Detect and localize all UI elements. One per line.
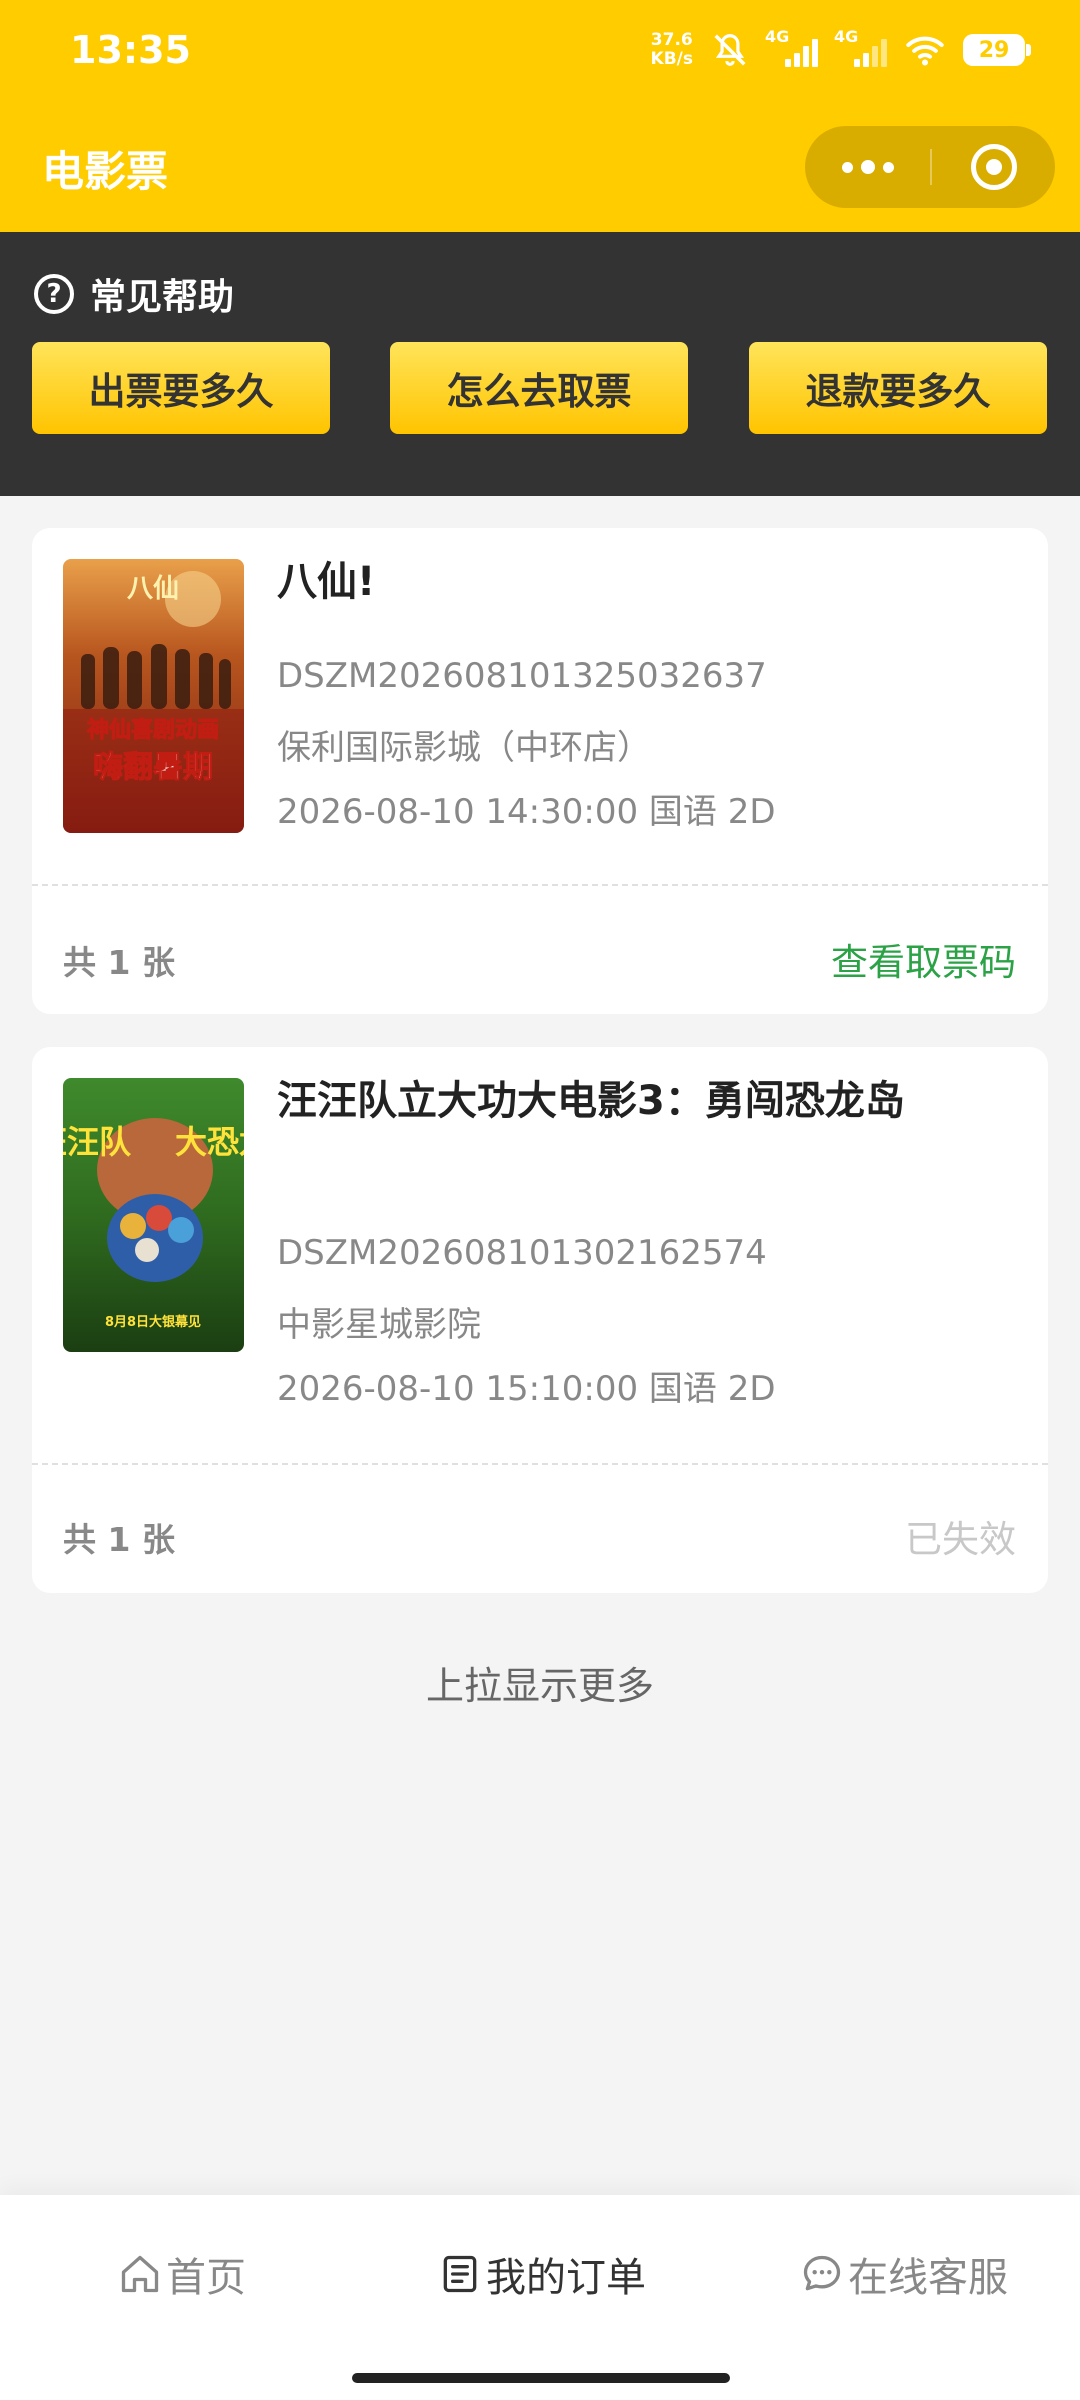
home-icon	[121, 2255, 159, 2293]
sim2-label: 4G	[834, 27, 859, 46]
bottom-tab-bar: 首页 我的订单 在线客服	[0, 2195, 1080, 2400]
ticket-count: 共 1 张	[63, 943, 175, 982]
navigation-bar: 电影票	[0, 100, 1080, 232]
movie-poster: 八仙 神仙喜剧动画 嗨翻暑期	[63, 559, 244, 833]
target-circle-icon	[970, 144, 1017, 190]
chat-bubble-icon	[803, 2255, 841, 2291]
help-header: ? 常见帮助	[34, 268, 234, 320]
page-title: 电影票	[42, 147, 169, 196]
sim1-signal-icon: 4G	[765, 27, 818, 67]
order-number: DSZM202608101302162574	[277, 1233, 767, 1273]
status-icons: 37.6 KB/s 4G 4G 29	[651, 22, 1031, 78]
order-number: DSZM202608101325032637	[277, 656, 767, 696]
status-bar: 13:35 37.6 KB/s 4G 4G 29	[0, 0, 1080, 100]
sim2-signal-icon: 4G	[834, 27, 887, 67]
status-time: 13:35	[70, 28, 191, 72]
movie-poster: 汪汪队 大恐龙 8月8日大银幕见	[63, 1078, 244, 1352]
sim1-label: 4G	[765, 27, 790, 46]
movie-info: 汪汪队立大功大电影3：勇闯恐龙岛	[277, 1073, 908, 1129]
mute-bell-icon	[714, 34, 746, 66]
more-menu-button[interactable]	[805, 126, 930, 208]
tab-home-label: 首页	[166, 2255, 246, 2301]
order-status-expired: 已失效	[905, 1518, 1016, 1561]
cinema-name: 保利国际影城（中环店）	[277, 728, 651, 768]
wifi-icon	[906, 36, 944, 66]
dashed-divider	[32, 884, 1048, 886]
help-button-pickup[interactable]: 怎么去取票	[390, 342, 688, 434]
home-indicator[interactable]	[352, 2373, 730, 2383]
network-speed-value: 37.6	[650, 30, 693, 50]
tab-home[interactable]: 首页	[118, 2245, 246, 2303]
svg-text:汪汪队: 汪汪队	[63, 1123, 132, 1161]
network-speed-unit: KB/s	[650, 49, 693, 69]
svg-text:大恐龙: 大恐龙	[175, 1123, 244, 1161]
battery-icon: 29	[963, 34, 1031, 66]
order-list-icon	[443, 2255, 477, 2293]
help-button-ticket-time[interactable]: 出票要多久	[32, 342, 330, 434]
svg-text:8月8日大银幕见: 8月8日大银幕见	[105, 1314, 201, 1330]
ticket-count: 共 1 张	[63, 1520, 175, 1559]
svg-text:嗨翻暑期: 嗨翻暑期	[93, 750, 213, 785]
load-more-hint: 上拉显示更多	[425, 1664, 654, 1708]
battery-level: 29	[978, 37, 1010, 63]
movie-info: 八仙!	[277, 554, 988, 610]
help-section: ? 常见帮助 出票要多久 怎么去取票 退款要多久	[0, 232, 1080, 496]
movie-title: 汪汪队立大功大电影3：勇闯恐龙岛	[277, 1078, 905, 1124]
help-button-refund[interactable]: 退款要多久	[749, 342, 1047, 434]
order-card[interactable]: 八仙 神仙喜剧动画 嗨翻暑期 八仙! DSZM20260810132503263…	[32, 528, 1048, 1014]
showtime: 2026-08-10 15:10:00 国语 2D	[277, 1369, 776, 1409]
svg-text:神仙喜剧动画: 神仙喜剧动画	[87, 717, 219, 743]
view-ticket-code-button[interactable]: 查看取票码	[831, 932, 1016, 986]
tab-my-orders-label: 我的订单	[486, 2255, 646, 2301]
cinema-name: 中影星城影院	[277, 1305, 481, 1345]
close-miniprogram-button[interactable]	[932, 126, 1055, 208]
dashed-divider	[32, 1463, 1048, 1465]
question-circle-icon: ?	[34, 274, 74, 314]
network-speed: 37.6 KB/s	[651, 31, 693, 69]
order-card[interactable]: 汪汪队 大恐龙 8月8日大银幕见 汪汪队立大功大电影3：勇闯恐龙岛 DSZM20…	[32, 1047, 1048, 1593]
help-title: 常见帮助	[90, 277, 235, 318]
more-dots-icon	[841, 161, 853, 173]
svg-text:八仙: 八仙	[127, 574, 179, 604]
miniprogram-capsule	[805, 126, 1055, 208]
movie-poster-image: 八仙 神仙喜剧动画 嗨翻暑期	[63, 559, 244, 833]
movie-poster-image: 汪汪队 大恐龙 8月8日大银幕见	[63, 1078, 244, 1352]
showtime: 2026-08-10 14:30:00 国语 2D	[277, 792, 776, 832]
tab-my-orders[interactable]: 我的订单	[438, 2245, 646, 2303]
movie-title: 八仙!	[277, 559, 376, 605]
tab-customer-service[interactable]: 在线客服	[800, 2245, 1008, 2303]
tab-customer-service-label: 在线客服	[848, 2255, 1008, 2301]
